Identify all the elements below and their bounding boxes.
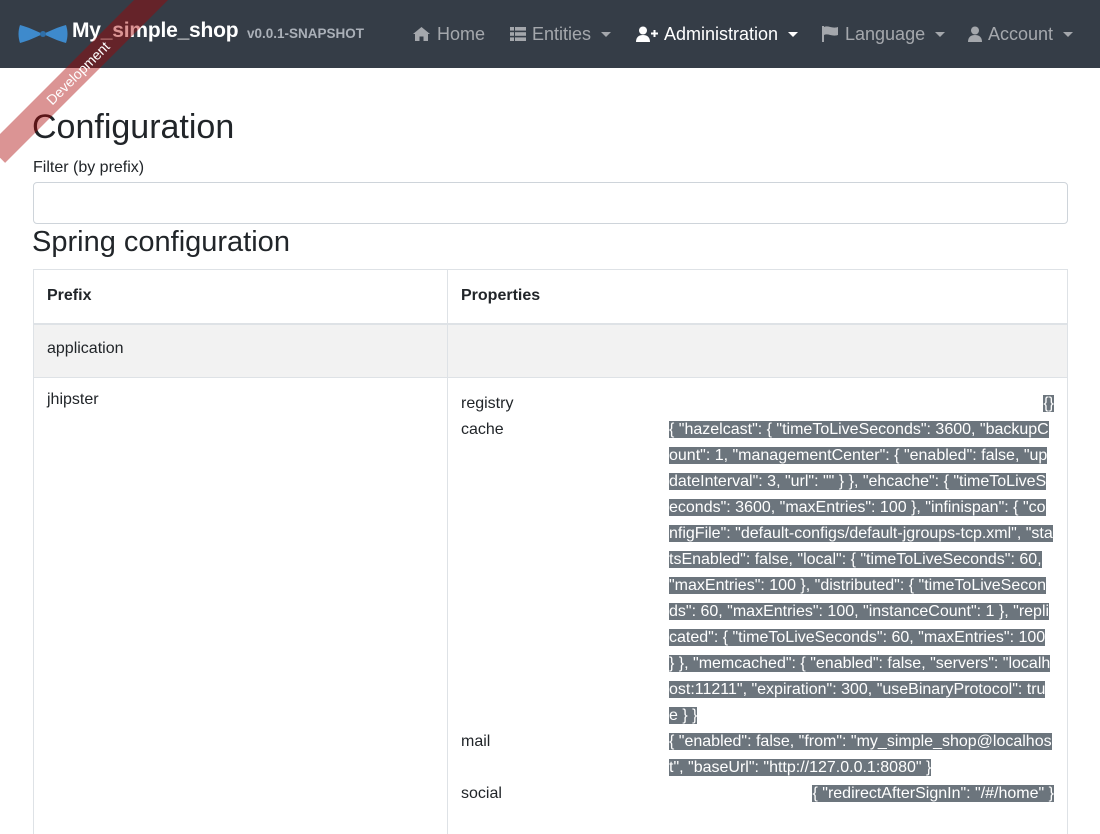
table-header-row: Prefix Properties xyxy=(33,269,1068,325)
column-header-properties[interactable]: Properties xyxy=(447,269,1068,325)
brand-name[interactable]: My_simple_shop xyxy=(72,19,239,43)
chevron-down-icon xyxy=(788,31,799,37)
nav-administration-label: Administration xyxy=(664,23,779,44)
property-item: cache { "hazelcast": { "timeToLiveSecond… xyxy=(461,417,1054,729)
nav-account-label: Account xyxy=(988,23,1054,44)
section-title: Spring configuration xyxy=(32,226,290,258)
property-value: {} xyxy=(1043,395,1054,412)
nav-entities[interactable]: Entities xyxy=(510,22,612,46)
property-item: registry {} xyxy=(461,391,1054,417)
nav-account[interactable]: Account xyxy=(968,22,1074,46)
property-value: { "redirectAfterSignIn": "/#/home" } xyxy=(812,785,1054,802)
home-icon xyxy=(413,27,430,41)
nav-administration[interactable]: Administration xyxy=(636,22,799,46)
nav-language-label: Language xyxy=(845,23,926,44)
user-plus-icon xyxy=(636,26,658,42)
prefix-cell: jhipster xyxy=(33,377,448,834)
properties-cell xyxy=(447,323,1068,378)
prefix-cell: application xyxy=(33,323,448,378)
app-version: v0.0.1-SNAPSHOT xyxy=(247,26,365,41)
table-row: jhipster registry {} cache { "hazelcast"… xyxy=(33,377,1068,834)
property-value: { "enabled": false, "from": "my_simple_s… xyxy=(669,733,1052,776)
chevron-down-icon xyxy=(935,31,946,37)
flag-icon xyxy=(822,26,838,42)
property-key: cache xyxy=(461,421,504,438)
property-value: { "hazelcast": { "timeToLiveSeconds": 36… xyxy=(669,421,1053,724)
navbar: My_simple_shop v0.0.1-SNAPSHOT Home Enti… xyxy=(0,0,1100,68)
properties-cell: registry {} cache { "hazelcast": { "time… xyxy=(447,377,1068,834)
config-table: Prefix Properties application jhipster r… xyxy=(33,269,1068,834)
table-icon xyxy=(510,27,526,41)
property-key: registry xyxy=(461,395,514,412)
nav-entities-label: Entities xyxy=(532,23,592,44)
property-key: mail xyxy=(461,733,491,750)
column-header-prefix[interactable]: Prefix xyxy=(33,269,448,325)
table-row: application xyxy=(33,323,1068,378)
brand-logo-icon[interactable] xyxy=(18,22,68,46)
filter-label: Filter (by prefix) xyxy=(33,159,145,176)
page-title: Configuration xyxy=(32,108,235,146)
nav-language[interactable]: Language xyxy=(822,22,946,46)
filter-input[interactable] xyxy=(33,182,1068,224)
chevron-down-icon xyxy=(601,31,612,37)
property-item: social { "redirectAfterSignIn": "/#/home… xyxy=(461,781,1054,807)
nav-home-label: Home xyxy=(437,23,486,44)
nav-home[interactable]: Home xyxy=(412,22,485,46)
property-item: mail { "enabled": false, "from": "my_sim… xyxy=(461,729,1054,781)
chevron-down-icon xyxy=(1063,31,1074,37)
user-icon xyxy=(968,26,982,42)
property-key: social xyxy=(461,785,502,802)
